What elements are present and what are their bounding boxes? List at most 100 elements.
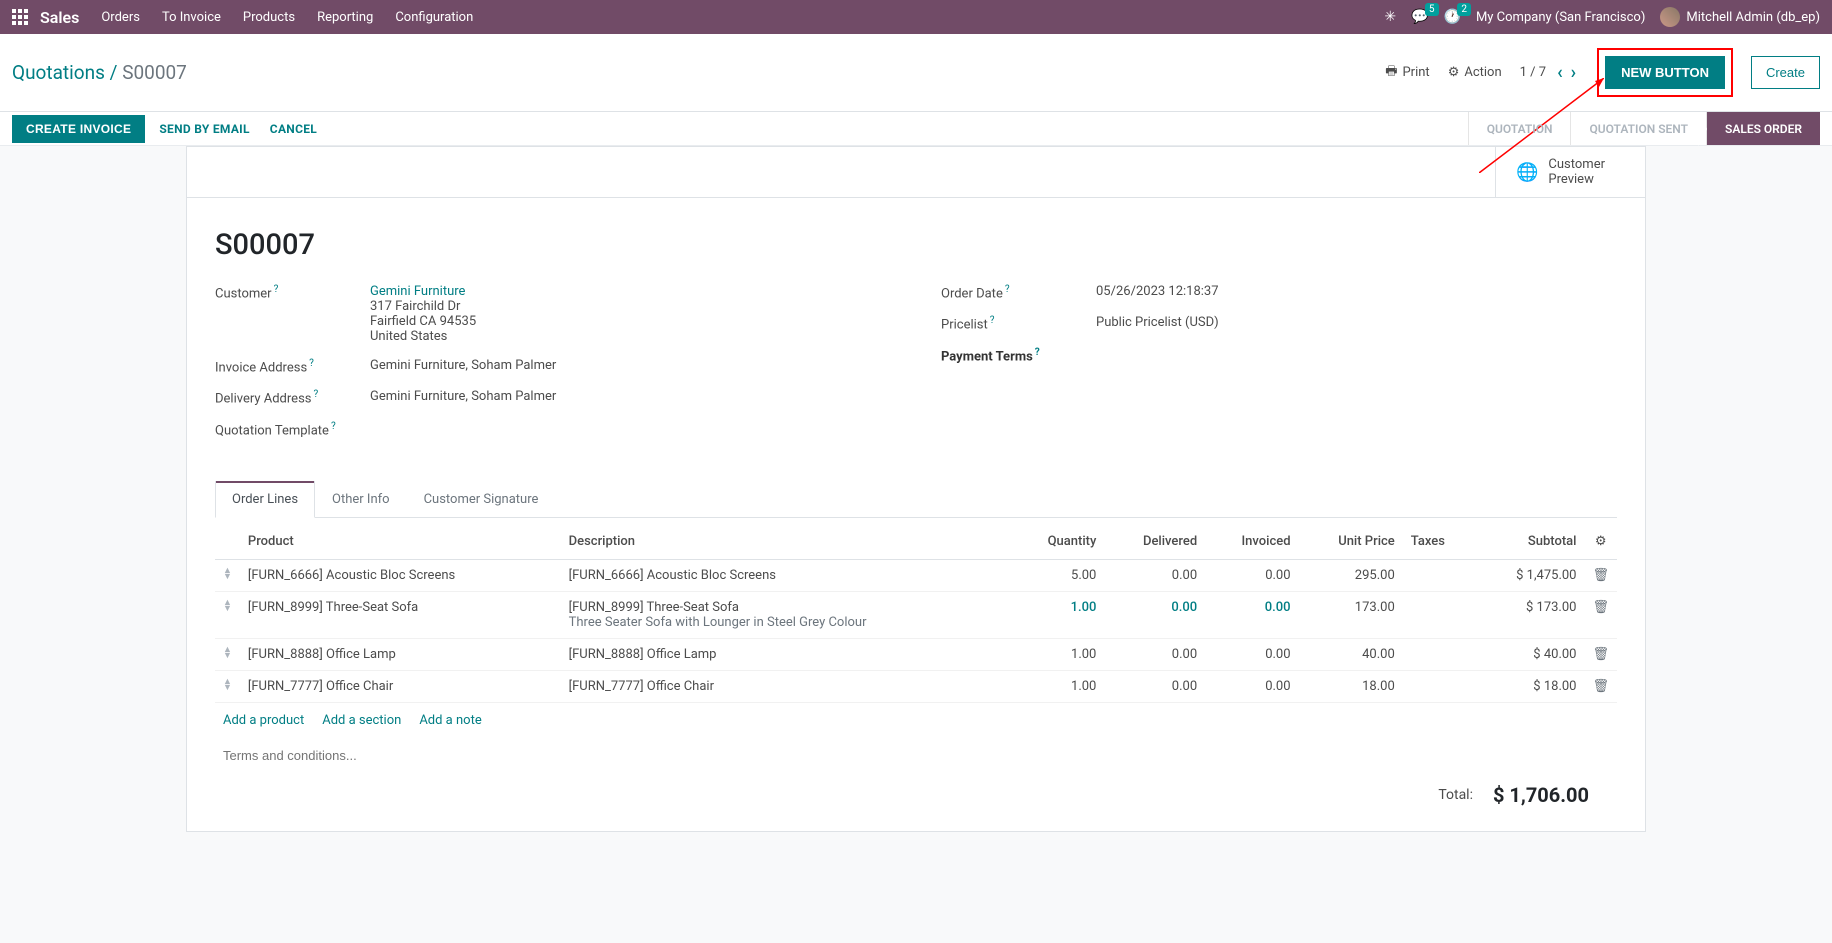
cell-taxes[interactable] (1403, 559, 1475, 591)
menu-reporting[interactable]: Reporting (317, 10, 373, 25)
cell-product[interactable]: [FURN_8999] Three-Seat Sofa (240, 591, 561, 638)
send-email-button[interactable]: SEND BY EMAIL (159, 122, 249, 136)
tab-other-info[interactable]: Other Info (315, 481, 407, 518)
cell-subtotal: $ 40.00 (1475, 638, 1585, 670)
cell-quantity[interactable]: 5.00 (1011, 559, 1104, 591)
cell-description[interactable]: [FURN_7777] Office Chair (561, 670, 1012, 702)
create-invoice-button[interactable]: CREATE INVOICE (12, 115, 145, 143)
stage-sales-order[interactable]: SALES ORDER (1706, 112, 1820, 145)
cell-invoiced[interactable]: 0.00 (1205, 670, 1298, 702)
order-lines-table: Product Description Quantity Delivered I… (215, 524, 1617, 703)
stage-quotation-sent[interactable]: QUOTATION SENT (1570, 112, 1706, 145)
drag-handle-icon[interactable]: ▲▼ (223, 647, 232, 659)
field-order-date[interactable]: 05/26/2023 12:18:37 (1096, 284, 1219, 299)
app-name[interactable]: Sales (40, 8, 79, 27)
user-name: Mitchell Admin (db_ep) (1686, 10, 1820, 25)
record-title: S00007 (215, 228, 1617, 262)
messages-badge: 5 (1425, 3, 1439, 16)
table-row[interactable]: ▲▼ [FURN_6666] Acoustic Bloc Screens[FURN… (215, 559, 1617, 591)
add-product[interactable]: Add a product (223, 713, 304, 728)
user-menu[interactable]: Mitchell Admin (db_ep) (1660, 7, 1820, 27)
cell-unit-price[interactable]: 40.00 (1299, 638, 1403, 670)
drag-handle-icon[interactable]: ▲▼ (223, 568, 232, 580)
table-row[interactable]: ▲▼ [FURN_8999] Three-Seat Sofa[FURN_8999]… (215, 591, 1617, 638)
trash-icon[interactable]: 🗑 (1592, 679, 1609, 694)
cell-product[interactable]: [FURN_7777] Office Chair (240, 670, 561, 702)
messages-icon[interactable]: 💬5 (1411, 9, 1428, 25)
apps-icon[interactable] (12, 9, 28, 25)
label-invoice-address: Invoice Address? (215, 358, 370, 375)
cell-unit-price[interactable]: 295.00 (1299, 559, 1403, 591)
col-delivered[interactable]: Delivered (1104, 524, 1205, 560)
cell-delivered[interactable]: 0.00 (1104, 559, 1205, 591)
activities-badge: 2 (1457, 3, 1471, 16)
cell-taxes[interactable] (1403, 638, 1475, 670)
label-delivery-address: Delivery Address? (215, 389, 370, 406)
col-product[interactable]: Product (240, 524, 561, 560)
trash-icon[interactable]: 🗑 (1592, 568, 1609, 583)
col-subtotal[interactable]: Subtotal (1475, 524, 1585, 560)
drag-handle-icon[interactable]: ▲▼ (223, 679, 232, 691)
avatar (1660, 7, 1680, 27)
cell-quantity[interactable]: 1.00 (1011, 591, 1104, 638)
col-unit-price[interactable]: Unit Price (1299, 524, 1403, 560)
stage-quotation[interactable]: QUOTATION (1468, 112, 1571, 145)
cell-description[interactable]: [FURN_6666] Acoustic Bloc Screens (561, 559, 1012, 591)
table-row[interactable]: ▲▼ [FURN_8888] Office Lamp[FURN_8888] Off… (215, 638, 1617, 670)
cell-subtotal: $ 1,475.00 (1475, 559, 1585, 591)
add-note[interactable]: Add a note (419, 713, 481, 728)
breadcrumb-root[interactable]: Quotations (12, 61, 105, 84)
cancel-button[interactable]: CANCEL (270, 122, 317, 136)
cell-quantity[interactable]: 1.00 (1011, 670, 1104, 702)
create-button[interactable]: Create (1751, 56, 1820, 89)
cell-quantity[interactable]: 1.00 (1011, 638, 1104, 670)
cell-unit-price[interactable]: 18.00 (1299, 670, 1403, 702)
trash-icon[interactable]: 🗑 (1592, 600, 1609, 615)
col-options-icon[interactable]: ⚙ (1584, 524, 1617, 560)
field-invoice-address[interactable]: Gemini Furniture, Soham Palmer (370, 358, 556, 373)
breadcrumb: Quotations / S00007 (12, 61, 187, 84)
cell-taxes[interactable] (1403, 591, 1475, 638)
debug-icon[interactable]: ✳ (1384, 9, 1396, 25)
cell-product[interactable]: [FURN_6666] Acoustic Bloc Screens (240, 559, 561, 591)
new-button[interactable]: NEW BUTTON (1605, 56, 1725, 89)
drag-handle-icon[interactable]: ▲▼ (223, 600, 232, 612)
cell-delivered[interactable]: 0.00 (1104, 591, 1205, 638)
label-pricelist: Pricelist? (941, 315, 1096, 332)
trash-icon[interactable]: 🗑 (1592, 647, 1609, 662)
cell-product[interactable]: [FURN_8888] Office Lamp (240, 638, 561, 670)
field-pricelist[interactable]: Public Pricelist (USD) (1096, 315, 1219, 330)
col-quantity[interactable]: Quantity (1011, 524, 1104, 560)
tab-order-lines[interactable]: Order Lines (215, 481, 315, 518)
tab-customer-signature[interactable]: Customer Signature (407, 481, 556, 518)
field-customer[interactable]: Gemini Furniture 317 Fairchild Dr Fairfi… (370, 284, 476, 344)
cell-description[interactable]: [FURN_8999] Three-Seat SofaThree Seater … (561, 591, 1012, 638)
menu-products[interactable]: Products (243, 10, 295, 25)
cell-taxes[interactable] (1403, 670, 1475, 702)
cell-invoiced[interactable]: 0.00 (1205, 559, 1298, 591)
menu-configuration[interactable]: Configuration (395, 10, 473, 25)
menu-to-invoice[interactable]: To Invoice (162, 10, 221, 25)
cell-delivered[interactable]: 0.00 (1104, 670, 1205, 702)
cell-invoiced[interactable]: 0.00 (1205, 638, 1298, 670)
table-row[interactable]: ▲▼ [FURN_7777] Office Chair[FURN_7777] Of… (215, 670, 1617, 702)
breadcrumb-current: S00007 (122, 61, 187, 84)
col-description[interactable]: Description (561, 524, 1012, 560)
label-quotation-template: Quotation Template? (215, 421, 370, 438)
total-label: Total: (1438, 787, 1473, 803)
company-switcher[interactable]: My Company (San Francisco) (1476, 10, 1645, 25)
menu-orders[interactable]: Orders (101, 10, 140, 25)
cell-description[interactable]: [FURN_8888] Office Lamp (561, 638, 1012, 670)
cell-invoiced[interactable]: 0.00 (1205, 591, 1298, 638)
print-icon: 🖶 (1385, 62, 1397, 84)
cell-subtotal: $ 18.00 (1475, 670, 1585, 702)
col-invoiced[interactable]: Invoiced (1205, 524, 1298, 560)
terms-input[interactable] (215, 738, 1617, 773)
col-taxes[interactable]: Taxes (1403, 524, 1475, 560)
activities-icon[interactable]: 🕐2 (1444, 9, 1461, 25)
field-delivery-address[interactable]: Gemini Furniture, Soham Palmer (370, 389, 556, 404)
cell-unit-price[interactable]: 173.00 (1299, 591, 1403, 638)
print-button[interactable]: 🖶 Print (1385, 62, 1429, 84)
cell-delivered[interactable]: 0.00 (1104, 638, 1205, 670)
add-section[interactable]: Add a section (322, 713, 401, 728)
